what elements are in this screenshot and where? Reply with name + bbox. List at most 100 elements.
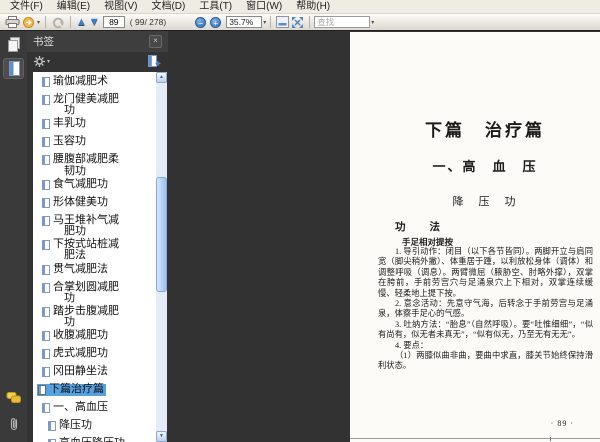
scan-edge-line [350,438,600,439]
comments-panel-button[interactable] [3,387,24,408]
minus-icon: − [198,18,204,28]
goto-current-bookmark-button[interactable] [147,54,161,68]
gear-icon [34,55,45,67]
fit-width-button[interactable] [276,15,290,29]
bookmark-page-icon [42,264,50,275]
bookmark-label: 虎式减肥功 [53,347,108,360]
zoom-out-button[interactable]: − [195,16,207,28]
bookmark-item-inner[interactable]: 高血压降压功 [47,438,127,442]
bookmarks-icon [8,60,20,76]
bookmark-item[interactable]: 食气减肥功 [33,177,167,195]
bookmark-label: 马王堆补气减 肥功 [53,213,119,238]
pages-panel-button[interactable] [3,34,24,55]
bookmark-item[interactable]: 降压功 [33,418,167,436]
page-down-arrow-icon: ▼ [88,15,100,28]
bookmark-label: 玉容功 [53,135,86,148]
scroll-down-button[interactable]: ▼ [156,431,167,442]
bookmark-page-icon [42,215,50,226]
bookmark-item-inner[interactable]: 瑜伽减肥术 [41,75,110,87]
page-number-input[interactable] [102,16,125,28]
bookmark-item-inner[interactable]: 冈田静坐法 [41,365,110,378]
bookmark-item[interactable]: 收腹减肥功 [33,328,167,346]
menu-item-4[interactable]: 工具(T) [192,1,239,13]
bookmarks-panel-header: 书签 × [27,31,168,52]
bookmark-item[interactable]: 形体健美功 [33,195,167,213]
bookmark-item[interactable]: 腰腹部减肥柔 韧功 [33,152,167,176]
bookmark-label: 瑜伽减肥术 [53,75,108,87]
next-page-button[interactable]: ▼ [89,15,100,29]
bookmark-page-icon [42,179,50,190]
bookmark-item-inner[interactable]: 合掌划圆减肥 功 [41,281,121,304]
bookmark-item[interactable]: 瑜伽减肥术 [33,74,167,92]
fullscreen-button[interactable] [291,15,304,29]
zoom-dropdown-caret-icon[interactable]: ▾ [263,19,266,26]
options-caret-icon: ▾ [47,58,51,65]
printer-icon [5,16,20,28]
bookmark-item[interactable]: 龙门健美减肥 功 [33,92,167,116]
bookmark-item-inner[interactable]: 收腹减肥功 [41,330,110,342]
menu-item-3[interactable]: 文档(D) [144,1,192,13]
bookmark-page-icon [38,385,46,396]
bookmark-page-icon [42,155,50,166]
bookmark-item-inner[interactable]: 食气减肥功 [41,178,110,190]
scrollbar-thumb[interactable] [156,177,167,292]
menu-item-0[interactable]: 文件(F) [3,1,50,13]
previous-view-button[interactable] [51,15,65,29]
page-paragraph: 2. 意念活动：先意守气海，后转念于手前劳宫与足涌泉，体察手足心的气感。 [378,299,593,319]
search-input[interactable] [314,16,371,28]
bookmark-item[interactable]: 合掌划圆减肥 功 [33,280,167,304]
bookmark-item[interactable]: 虎式减肥功 [33,346,167,364]
bookmark-item-inner[interactable]: 贯气减肥法 [41,262,110,275]
bookmark-item-selected[interactable]: 下篇治疗篇 [37,384,106,396]
bookmark-label: 贯气减肥法 [53,262,108,275]
bookmark-item-inner[interactable]: 一、高血压 [41,401,110,414]
close-panel-button[interactable]: × [149,35,162,48]
bookmark-item[interactable]: 马王堆补气减 肥功 [33,213,167,237]
print-button[interactable] [5,15,20,29]
bookmark-item-inner[interactable]: 丰乳功 [41,118,88,130]
bookmark-item-inner[interactable]: 马王堆补气减 肥功 [41,213,121,238]
bookmark-page-icon [42,331,50,342]
bookmark-item-inner[interactable]: 踏步击腹减肥 功 [41,305,121,329]
bookmark-item-inner[interactable]: 腰腹部减肥柔 韧功 [41,154,121,176]
bookmark-item[interactable]: 踏步击腹减肥 功 [33,304,167,328]
bookmark-item[interactable]: 丰乳功 [33,116,167,134]
bookmark-label: 冈田静坐法 [53,365,108,378]
bookmark-item-inner[interactable]: 降压功 [47,420,94,432]
bookmark-item-inner[interactable]: 形体健美功 [41,196,110,208]
bookmark-item-inner[interactable]: 龙门健美减肥 功 [41,93,121,116]
export-dropdown-caret-icon[interactable]: ▾ [37,19,40,26]
bookmark-item[interactable]: 高血压降压功 [33,436,167,442]
bookmark-page-icon [42,349,50,360]
menu-item-1[interactable]: 编辑(E) [50,1,97,13]
bookmark-item-inner[interactable]: 虎式减肥功 [41,347,110,360]
scroll-up-button[interactable]: ▲ [156,72,167,83]
menu-item-2[interactable]: 视图(V) [97,1,144,13]
bookmark-item-inner[interactable]: 下按式站桩减 肥法 [41,239,121,261]
bookmark-item[interactable]: 贯气减肥法 [33,262,167,280]
bookmark-item[interactable]: 下篇治疗篇 [33,382,167,400]
bookmarks-scrollbar[interactable]: ▲ ▼ [156,72,167,442]
bookmarks-panel-button[interactable] [3,58,24,79]
zoom-level-input[interactable]: 35.7% [226,16,263,28]
page-paragraph: （1）两膝似曲非曲，要曲中求直，膝关节始终保持滑利状态。 [378,351,593,371]
options-gear-button[interactable]: ▾ [34,55,51,67]
bookmark-item[interactable]: 玉容功 [33,134,167,152]
export-button[interactable]: ▾ [22,15,40,29]
bookmark-label: 高血压降压功 [59,438,125,442]
bookmark-item[interactable]: 一、高血压 [33,400,167,418]
menu-item-6[interactable]: 帮助(H) [289,1,337,13]
menu-item-5[interactable]: 窗口(W) [239,1,289,13]
bookmark-item-inner[interactable]: 玉容功 [41,135,88,148]
document-pane[interactable]: 下篇 治疗篇 一、高 血 压 降 压 功 功 法 手足相对提按 1. 导引动作：… [168,31,600,442]
bookmark-page-icon [42,307,50,318]
bookmark-label: 一、高血压 [53,401,108,414]
bookmark-item[interactable]: 下按式站桩减 肥法 [33,237,167,261]
zoom-in-button[interactable]: + [210,16,222,28]
attachments-panel-button[interactable] [3,413,24,434]
search-dropdown-caret-icon[interactable]: ▾ [371,19,374,26]
bookmark-item[interactable]: 冈田静坐法 [33,364,167,382]
bookmark-label: 踏步击腹减肥 功 [53,305,119,329]
bookmark-page-icon [42,240,50,251]
previous-page-button[interactable]: ▲ [76,15,87,29]
